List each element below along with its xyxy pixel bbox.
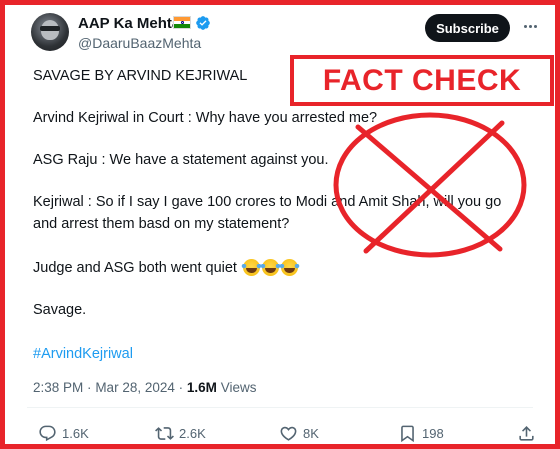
laughing-with-tears-emoji-icon [279, 259, 300, 276]
fact-check-stamp: FACT CHECK [290, 55, 554, 106]
heart-icon [280, 426, 297, 441]
reply-button[interactable]: 1.6K [38, 423, 89, 443]
bookmark-button[interactable]: 198 [398, 423, 444, 443]
repost-icon [155, 426, 174, 440]
tweet-date[interactable]: Mar 28, 2024 [95, 380, 175, 395]
divider [27, 407, 533, 408]
tweet-text-line: and arrest them basd on my statement? [33, 216, 290, 232]
avatar-glasses [40, 26, 60, 31]
views-count: 1.6M [186, 380, 217, 395]
meta-separator: · [178, 380, 184, 395]
tweet-text-line: SAVAGE BY ARVIND KEJRIWAL [33, 68, 248, 84]
reply-count: 1.6K [62, 425, 89, 441]
bookmark-count: 198 [422, 425, 444, 441]
subscribe-button[interactable]: Subscribe [425, 14, 510, 42]
tweet-meta: 2:38 PM · Mar 28, 2024 · 1.6M Views [33, 380, 256, 395]
tweet-time[interactable]: 2:38 PM [33, 380, 83, 395]
laughing-with-tears-emoji-icon [260, 259, 281, 276]
tweet-text-line: ASG Raju : We have a statement against y… [33, 152, 329, 168]
tweet-card: AAP Ka Mehta @DaaruBaazMehta Subscribe S… [5, 5, 555, 444]
hashtag-link[interactable]: #ArvindKejriwal [33, 346, 133, 362]
fact-check-label: FACT CHECK [322, 63, 522, 97]
user-handle[interactable]: @DaaruBaazMehta [78, 35, 201, 51]
meta-separator: · [87, 380, 92, 395]
share-button[interactable] [517, 423, 536, 443]
avatar[interactable] [31, 13, 69, 51]
reply-icon [39, 425, 56, 441]
red-cross-mark-icon [333, 112, 527, 258]
tweet-text-line-emoji: Judge and ASG both went quiet [33, 259, 300, 277]
like-count: 8K [303, 425, 319, 441]
laughing-emoji-row [241, 259, 300, 277]
more-options-icon[interactable] [520, 16, 540, 36]
red-border-frame: AAP Ka Mehta @DaaruBaazMehta Subscribe S… [0, 0, 560, 449]
laughing-with-tears-emoji-icon [241, 259, 262, 276]
verified-badge-icon [196, 16, 210, 30]
share-icon [519, 425, 534, 441]
bookmark-icon [401, 425, 414, 442]
tweet-text-line: Arvind Kejriwal in Court : Why have you … [33, 110, 378, 126]
repost-button[interactable]: 2.6K [155, 423, 206, 443]
like-button[interactable]: 8K [279, 423, 319, 443]
india-flag-icon [173, 16, 191, 29]
tweet-text: Judge and ASG both went quiet [33, 259, 237, 276]
views-label: Views [220, 380, 257, 395]
tweet-text-line: Savage. [33, 302, 87, 318]
display-name[interactable]: AAP Ka Mehta [78, 15, 180, 32]
repost-count: 2.6K [179, 425, 206, 441]
